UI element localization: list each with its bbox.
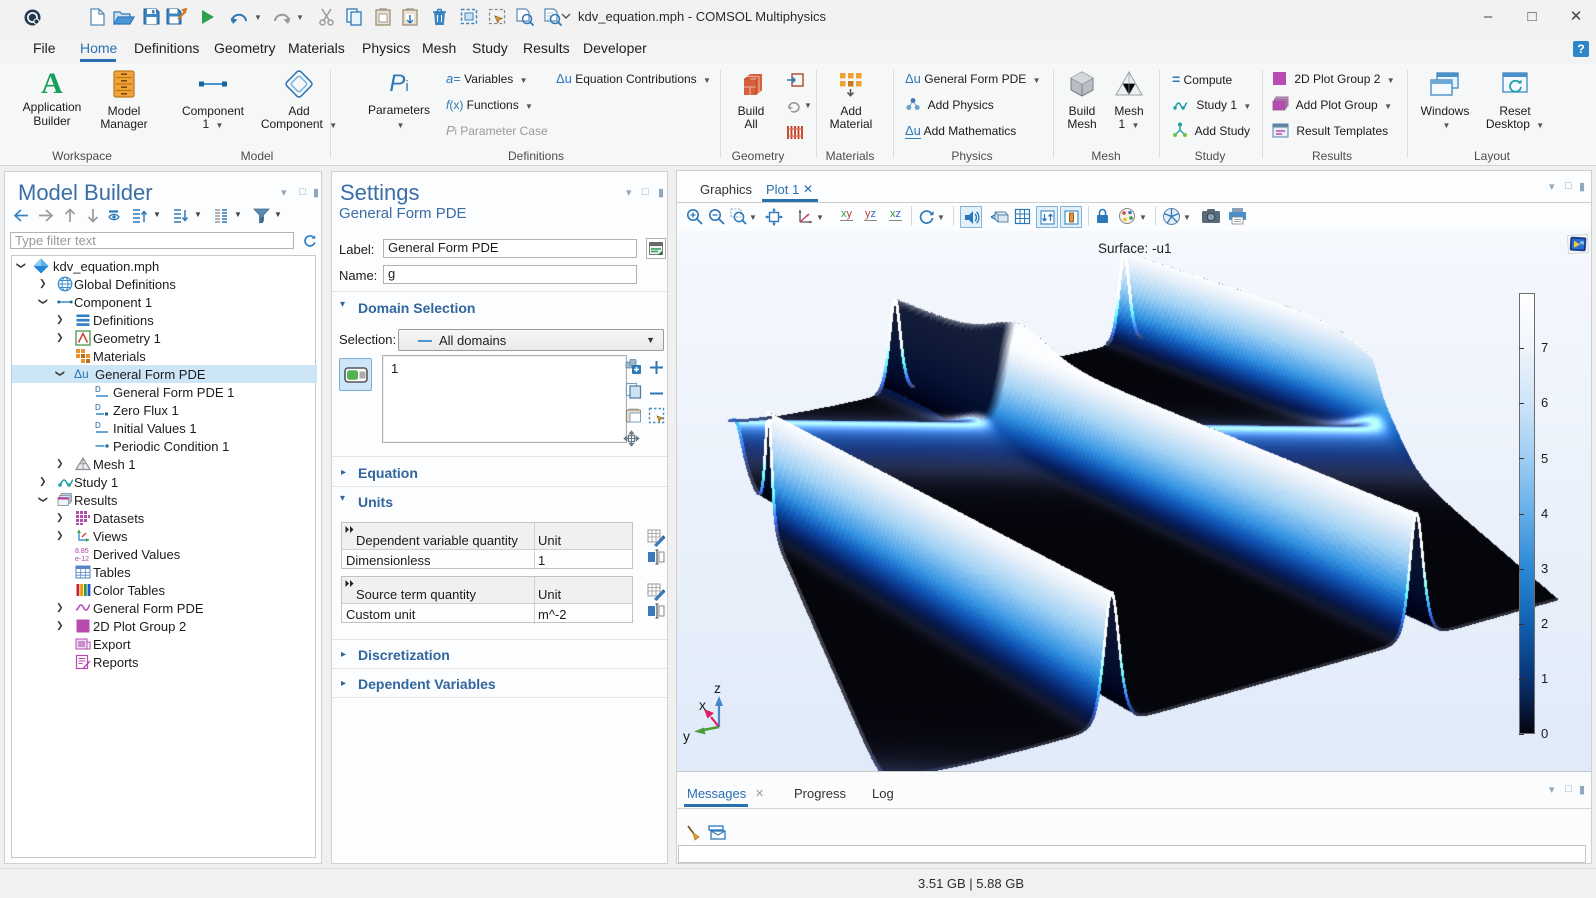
svg-text:z: z: [714, 680, 721, 696]
svg-text:8.85: 8.85: [75, 548, 89, 555]
svg-text:D: D: [95, 421, 101, 430]
svg-text:D: D: [95, 385, 101, 394]
svg-text:x: x: [699, 697, 706, 713]
svg-text:y: y: [683, 728, 690, 744]
svg-text:e-12: e-12: [75, 556, 89, 562]
svg-text:D: D: [95, 403, 101, 412]
